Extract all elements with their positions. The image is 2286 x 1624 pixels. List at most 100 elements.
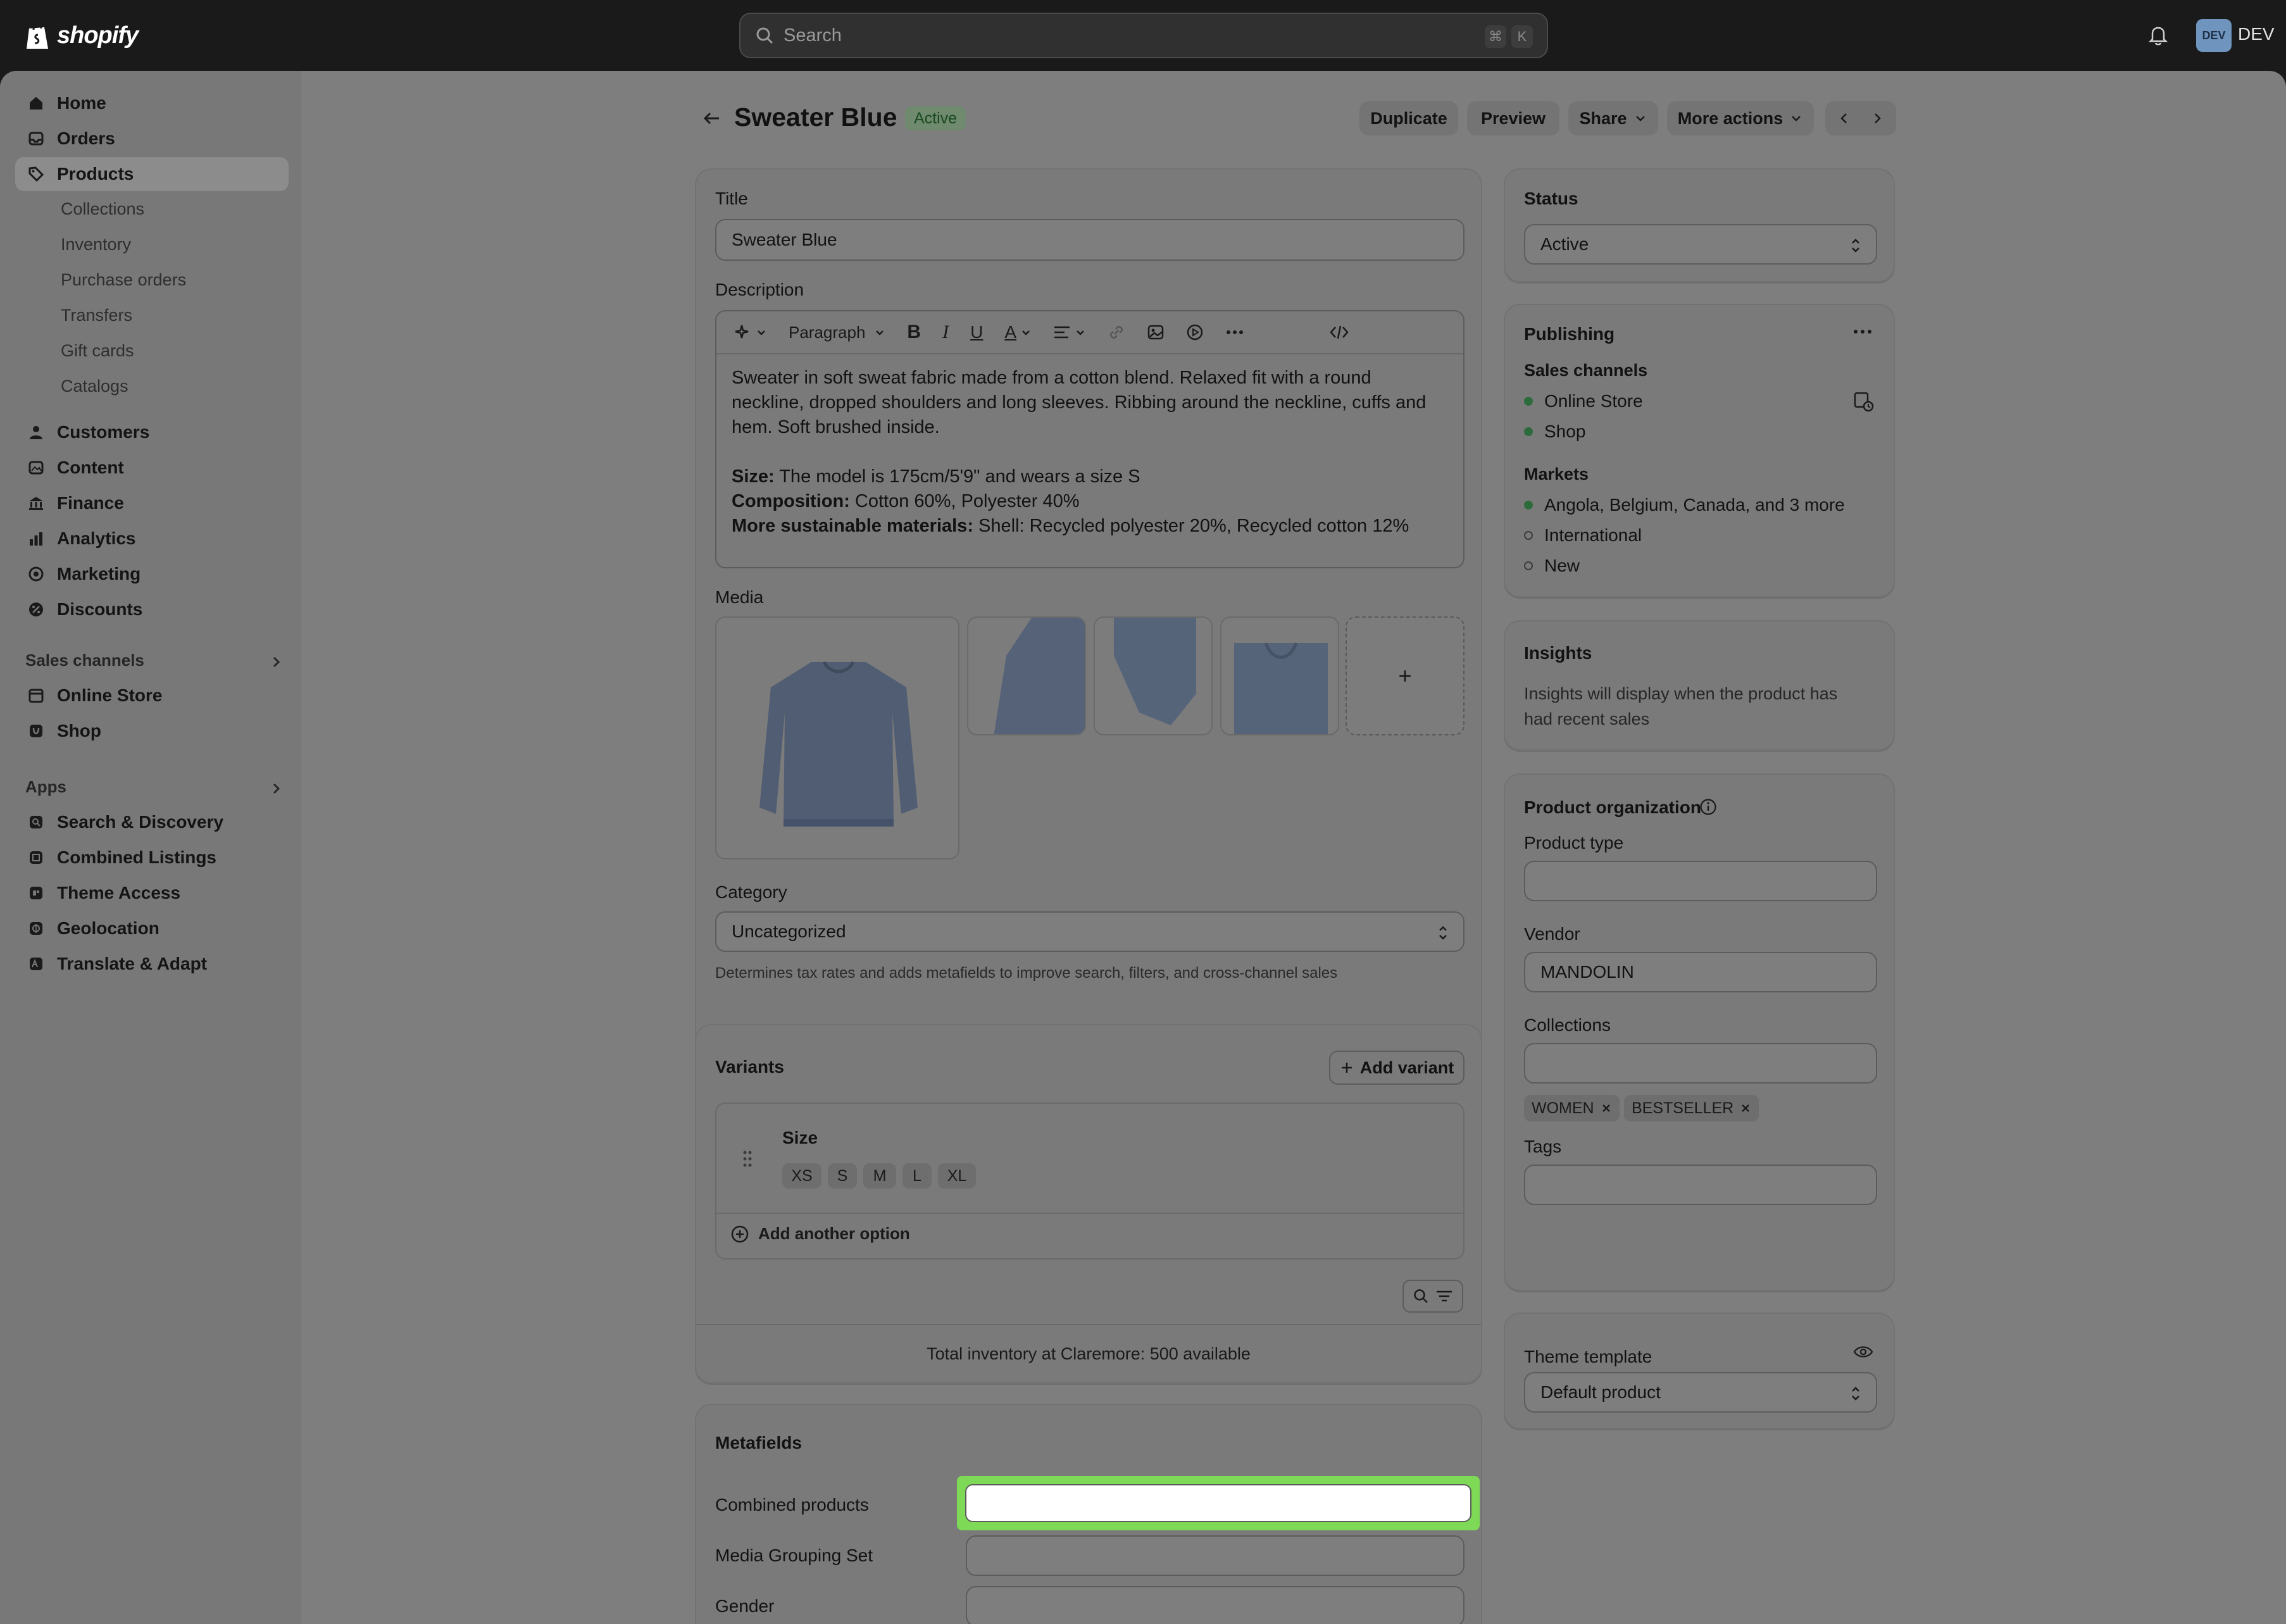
- option-value-chip[interactable]: M: [863, 1163, 896, 1189]
- sidebar-item-search-discovery[interactable]: Search & Discovery: [15, 805, 289, 839]
- select-arrows-icon: [1852, 239, 1859, 253]
- collection-tag-label: WOMEN: [1532, 1099, 1594, 1117]
- search-bar[interactable]: Search ⌘ K: [739, 13, 1548, 58]
- category-select[interactable]: Uncategorized: [715, 911, 1465, 952]
- search-placeholder: Search: [784, 25, 842, 46]
- option-value-chip[interactable]: L: [903, 1163, 932, 1189]
- back-arrow-icon[interactable]: [701, 108, 723, 129]
- sidebar-subitem-transfers[interactable]: Transfers: [61, 301, 132, 329]
- option-value-chip[interactable]: S: [828, 1163, 857, 1189]
- underline-icon[interactable]: U: [970, 322, 983, 342]
- previous-product-icon[interactable]: [1837, 111, 1851, 125]
- next-product-icon[interactable]: [1870, 111, 1884, 125]
- sidebar-item-customers[interactable]: Customers: [15, 415, 289, 449]
- align-icon[interactable]: [1053, 325, 1086, 340]
- combined-products-input[interactable]: [965, 1484, 1471, 1522]
- sidebar-item-online-store[interactable]: Online Store: [15, 678, 289, 713]
- sidebar-item-content[interactable]: Content: [15, 451, 289, 485]
- select-arrows-icon: [1852, 1387, 1859, 1401]
- sidebar-item-finance[interactable]: Finance: [15, 486, 289, 520]
- sidebar-item-combined-listings[interactable]: Combined Listings: [15, 840, 289, 875]
- chevron-right-icon[interactable]: [268, 781, 284, 796]
- code-view-icon[interactable]: [1329, 324, 1349, 340]
- sidebar-item-translate-adapt[interactable]: Translate & Adapt: [15, 947, 289, 981]
- add-media-button[interactable]: +: [1346, 616, 1465, 735]
- ai-sparkle-icon[interactable]: [733, 323, 767, 342]
- video-icon[interactable]: [1186, 323, 1204, 341]
- tags-input[interactable]: [1524, 1165, 1877, 1205]
- more-options-icon[interactable]: [1852, 328, 1873, 335]
- sidebar-item-orders[interactable]: Orders: [15, 122, 289, 156]
- more-actions-button[interactable]: More actions: [1667, 101, 1814, 135]
- link-icon[interactable]: [1108, 323, 1125, 341]
- preview-button[interactable]: Preview: [1467, 101, 1559, 135]
- sidebar-item-label: Analytics: [57, 528, 136, 548]
- sidebar-item-home[interactable]: Home: [15, 86, 289, 120]
- metafield-label-combined-products: Combined products: [715, 1495, 869, 1515]
- avatar[interactable]: DEV: [2196, 19, 2232, 52]
- gender-input[interactable]: [966, 1586, 1465, 1624]
- text-color-icon[interactable]: A: [1004, 322, 1032, 342]
- paragraph-select[interactable]: Paragraph: [789, 323, 885, 342]
- collection-tag: WOMEN: [1524, 1095, 1620, 1121]
- image-icon[interactable]: [1147, 323, 1165, 341]
- insights-title: Insights: [1524, 643, 1592, 663]
- info-icon[interactable]: [1699, 797, 1718, 816]
- status-card: Status Active: [1504, 168, 1895, 282]
- filter-icon: [1437, 1290, 1452, 1302]
- collections-input[interactable]: [1524, 1043, 1877, 1084]
- size-label: Size:: [732, 466, 775, 487]
- description-size-line: Size: The model is 175cm/5'9" and wears …: [732, 465, 1447, 489]
- shopify-logo[interactable]: shopify: [25, 18, 139, 53]
- drag-handle-icon[interactable]: [742, 1149, 753, 1168]
- sidebar-subitem-purchase-orders[interactable]: Purchase orders: [61, 266, 186, 294]
- product-type-input[interactable]: [1524, 861, 1877, 901]
- remove-tag-icon[interactable]: [1740, 1102, 1751, 1114]
- sales-channels-heading[interactable]: Sales channels: [25, 651, 144, 670]
- sidebar-subitem-catalogs[interactable]: Catalogs: [61, 372, 128, 400]
- metafield-label-gender: Gender: [715, 1596, 775, 1616]
- italic-icon[interactable]: I: [942, 322, 949, 343]
- apps-heading[interactable]: Apps: [25, 777, 66, 797]
- media-main-image[interactable]: [715, 616, 959, 859]
- share-button[interactable]: Share: [1568, 101, 1658, 135]
- sidebar-item-shop[interactable]: Shop: [15, 714, 289, 748]
- sidebar-item-marketing[interactable]: Marketing: [15, 557, 289, 591]
- add-another-option-button[interactable]: Add another option: [730, 1224, 910, 1244]
- option-value-chip[interactable]: XS: [782, 1163, 821, 1189]
- sidebar-item-theme-access[interactable]: Theme Access: [15, 876, 289, 910]
- sidebar-item-geolocation[interactable]: Geolocation: [15, 911, 289, 946]
- sidebar-item-discounts[interactable]: Discounts: [15, 592, 289, 627]
- media-thumbnail[interactable]: [1094, 616, 1213, 735]
- metafields-title: Metafields: [715, 1433, 802, 1452]
- sidebar-item-products[interactable]: Products: [15, 157, 289, 191]
- duplicate-button[interactable]: Duplicate: [1359, 101, 1458, 135]
- eye-icon[interactable]: [1853, 1344, 1873, 1359]
- sidebar: Home Orders Products Collections Invento…: [0, 71, 301, 1624]
- product-details-card: Title Sweater Blue Description Paragraph…: [695, 168, 1482, 1073]
- sidebar-subitem-gift-cards[interactable]: Gift cards: [61, 337, 134, 365]
- description-editor[interactable]: Paragraph B I U A Sweater in soft sweat …: [715, 310, 1465, 568]
- more-formatting-icon[interactable]: [1225, 329, 1244, 335]
- add-variant-button[interactable]: Add variant: [1329, 1051, 1465, 1085]
- theme-template-select[interactable]: Default product: [1524, 1372, 1877, 1413]
- media-grouping-set-input[interactable]: [966, 1535, 1465, 1576]
- search-filter-button[interactable]: [1402, 1280, 1463, 1313]
- option-value-chip[interactable]: XL: [938, 1163, 976, 1189]
- vendor-label: Vendor: [1524, 924, 1580, 944]
- manage-channels-icon[interactable]: [1853, 391, 1875, 413]
- media-thumbnail[interactable]: [1220, 616, 1339, 735]
- title-input[interactable]: Sweater Blue: [715, 219, 1465, 261]
- bold-icon[interactable]: B: [907, 322, 921, 343]
- sidebar-subitem-inventory[interactable]: Inventory: [61, 230, 131, 258]
- sidebar-subitem-collections[interactable]: Collections: [61, 195, 144, 223]
- media-thumbnail[interactable]: [967, 616, 1086, 735]
- sidebar-item-analytics[interactable]: Analytics: [15, 522, 289, 556]
- chevron-right-icon[interactable]: [268, 654, 284, 670]
- remove-tag-icon[interactable]: [1601, 1102, 1612, 1114]
- notifications-bell-icon[interactable]: [2144, 22, 2172, 49]
- user-name[interactable]: DEV: [2238, 24, 2275, 44]
- vendor-input[interactable]: MANDOLIN: [1524, 952, 1877, 992]
- chevron-down-icon: [1635, 116, 1645, 122]
- status-select[interactable]: Active: [1524, 224, 1877, 265]
